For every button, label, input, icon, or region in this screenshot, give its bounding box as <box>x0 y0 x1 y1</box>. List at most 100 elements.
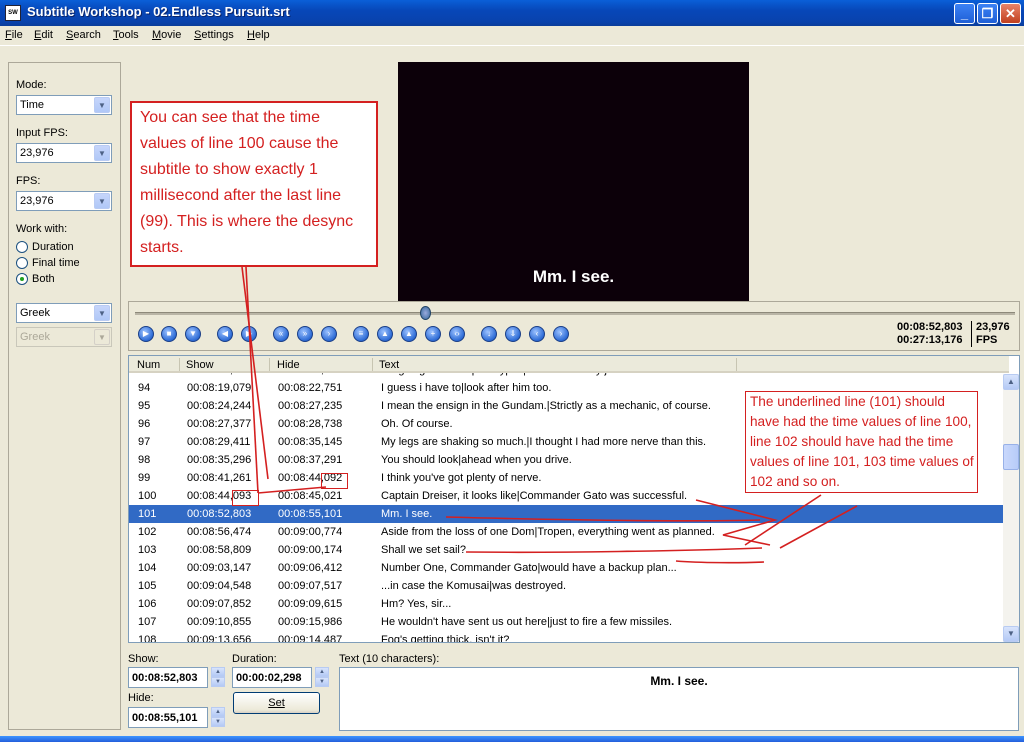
set-end-icon[interactable]: ⇓ <box>505 326 521 342</box>
table-row[interactable]: 103 00:08:58,809 00:09:00,174 Shall we set … <box>129 541 1007 559</box>
stop-icon[interactable]: ■ <box>161 326 177 342</box>
seek-track[interactable] <box>135 312 1015 315</box>
scroll-down-icon[interactable]: ▼ <box>185 326 201 342</box>
radio-final-time-label[interactable]: Final time <box>32 257 80 269</box>
video-preview[interactable]: Mm. I see. <box>398 62 749 301</box>
cell-hide: 00:08:19,021 <box>278 373 342 376</box>
fast-forward-icon[interactable]: » <box>297 326 313 342</box>
show-time-spinner[interactable]: ▲ ▼ <box>211 667 225 688</box>
fps-select[interactable]: 23,976 ▼ <box>16 191 112 211</box>
language-select-2: Greek ▼ <box>16 327 112 347</box>
cell-show: 00:09:07,852 <box>187 598 252 610</box>
cell-num: 95 <box>138 400 151 412</box>
cell-show: 00:08:58,809 <box>187 544 252 556</box>
set-start-icon[interactable]: ↓ <box>481 326 497 342</box>
table-row[interactable]: 101 00:08:52,803 00:08:55,101 Mm. I see. <box>129 505 1007 523</box>
menu-file[interactable]: File <box>5 29 23 41</box>
end-subtitle-icon[interactable]: ▲ <box>401 326 417 342</box>
code-icon[interactable]: ‹› <box>449 326 465 342</box>
column-divider[interactable] <box>269 358 270 371</box>
table-row[interactable]: 108 00:09:13,656 00:09:14,487 Fog's getting… <box>129 631 1007 643</box>
cell-hide: 00:09:06,412 <box>278 562 343 574</box>
cell-hide: 00:09:14,487 <box>278 634 343 643</box>
radio-duration-label[interactable]: Duration <box>32 241 74 253</box>
radio-both-label[interactable]: Both <box>32 273 55 285</box>
cell-hide: 00:08:37,291 <box>278 454 343 466</box>
column-divider[interactable] <box>372 358 373 371</box>
menu-settings[interactable]: Settings <box>194 29 234 41</box>
next-frame-icon[interactable]: › <box>321 326 337 342</box>
scroll-thumb[interactable] <box>1003 444 1019 470</box>
show-time-field[interactable]: 00:08:52,803 <box>128 667 208 688</box>
language-select-1[interactable]: Greek ▼ <box>16 303 112 323</box>
column-text[interactable]: Text <box>379 359 399 371</box>
column-divider[interactable] <box>736 358 737 371</box>
table-row[interactable]: 102 00:08:56,474 00:09:00,774 Aside from th… <box>129 523 1007 541</box>
vertical-scrollbar[interactable]: ▲ ▼ <box>1003 374 1019 642</box>
cell-num: 108 <box>138 634 157 643</box>
column-divider[interactable] <box>179 358 180 371</box>
cell-text: You should look|ahead when you drive. <box>381 454 572 466</box>
hide-time-spinner[interactable]: ▲ ▼ <box>211 707 225 728</box>
forward-icon[interactable]: ▶ <box>241 326 257 342</box>
minimize-button[interactable]: _ <box>954 3 975 24</box>
language-2-value: Greek <box>20 331 50 343</box>
mode-select[interactable]: Time ▼ <box>16 95 112 115</box>
previous-icon[interactable]: ‹ <box>529 326 545 342</box>
cell-num: 103 <box>138 544 157 556</box>
duration-spinner[interactable]: ▲ ▼ <box>315 667 329 688</box>
maximize-button[interactable]: ❐ <box>977 3 998 24</box>
menu-search[interactable]: Search <box>66 29 101 41</box>
table-row[interactable]: 104 00:09:03,147 00:09:06,412 Number One, C… <box>129 559 1007 577</box>
cell-show: 00:08:19,079 <box>187 382 252 394</box>
scroll-down-icon[interactable]: ▼ <box>1003 626 1019 642</box>
close-button[interactable]: ✕ <box>1000 3 1021 24</box>
column-num[interactable]: Num <box>137 359 160 371</box>
chevron-down-icon: ▼ <box>94 305 110 321</box>
back-icon[interactable]: ◀ <box>217 326 233 342</box>
play-icon[interactable]: ▶ <box>138 326 154 342</box>
cell-show: 00:08:15,588 <box>187 373 251 376</box>
cell-hide: 00:08:35,145 <box>278 436 343 448</box>
menu-tools[interactable]: Tools <box>113 29 139 41</box>
add-subtitle-icon[interactable]: + <box>425 326 441 342</box>
work-with-label: Work with: <box>16 223 68 235</box>
table-row[interactable]: 105 00:09:04,548 00:09:07,517 ...in case th… <box>129 577 1007 595</box>
chevron-down-icon: ▼ <box>94 97 110 113</box>
cell-text: Fog's getting thick, isn't it? <box>381 634 510 643</box>
cell-text: He wouldn't have sent us out here|just t… <box>381 616 673 628</box>
table-row[interactable]: 107 00:09:10,855 00:09:15,986 He wouldn't h… <box>129 613 1007 631</box>
cell-num: 93 <box>138 373 150 376</box>
input-fps-select[interactable]: 23,976 ▼ <box>16 143 112 163</box>
cell-hide: 00:08:27,235 <box>278 400 343 412</box>
annotation-note-correction: The underlined line (101) should have ha… <box>745 391 978 493</box>
cell-hide: 00:09:09,615 <box>278 598 343 610</box>
seek-thumb[interactable] <box>420 306 432 320</box>
menu-edit[interactable]: Edit <box>34 29 53 41</box>
radio-duration[interactable] <box>16 241 28 253</box>
subtitle-text-editor[interactable]: Mm. I see. <box>339 667 1019 731</box>
set-button[interactable]: Set <box>233 692 320 714</box>
chevron-down-icon: ▼ <box>94 329 110 345</box>
cell-text: I'm going after the prototypes|because i… <box>381 373 634 376</box>
duration-field[interactable]: 00:00:02,298 <box>232 667 312 688</box>
table-row[interactable]: 106 00:09:07,852 00:09:09,615 Hm? Yes, sir.… <box>129 595 1007 613</box>
radio-final-time[interactable] <box>16 257 28 269</box>
cell-hide: 00:08:22,751 <box>278 382 343 394</box>
next-icon[interactable]: › <box>553 326 569 342</box>
cell-text: Aside from the loss of one Dom|Tropen, e… <box>381 526 715 538</box>
input-fps-label: Input FPS: <box>16 127 68 139</box>
rewind-icon[interactable]: « <box>273 326 289 342</box>
radio-both[interactable] <box>16 273 28 285</box>
hide-time-field[interactable]: 00:08:55,101 <box>128 707 208 728</box>
menu-movie[interactable]: Movie <box>152 29 181 41</box>
start-subtitle-icon[interactable]: ▲ <box>377 326 393 342</box>
cell-hide: 00:09:00,174 <box>278 544 343 556</box>
player-controls: ▶ ■ ▼ ◀ ▶ « » › ≡ ▲ ▲ + ‹› ↓ ⇓ ‹ › 00:08… <box>128 301 1020 351</box>
column-hide[interactable]: Hide <box>277 359 300 371</box>
scroll-up-icon[interactable]: ▲ <box>1003 374 1019 390</box>
cell-show: 00:08:24,244 <box>187 400 252 412</box>
set-show-icon[interactable]: ≡ <box>353 326 369 342</box>
column-show[interactable]: Show <box>186 359 214 371</box>
menu-help[interactable]: Help <box>247 29 270 41</box>
